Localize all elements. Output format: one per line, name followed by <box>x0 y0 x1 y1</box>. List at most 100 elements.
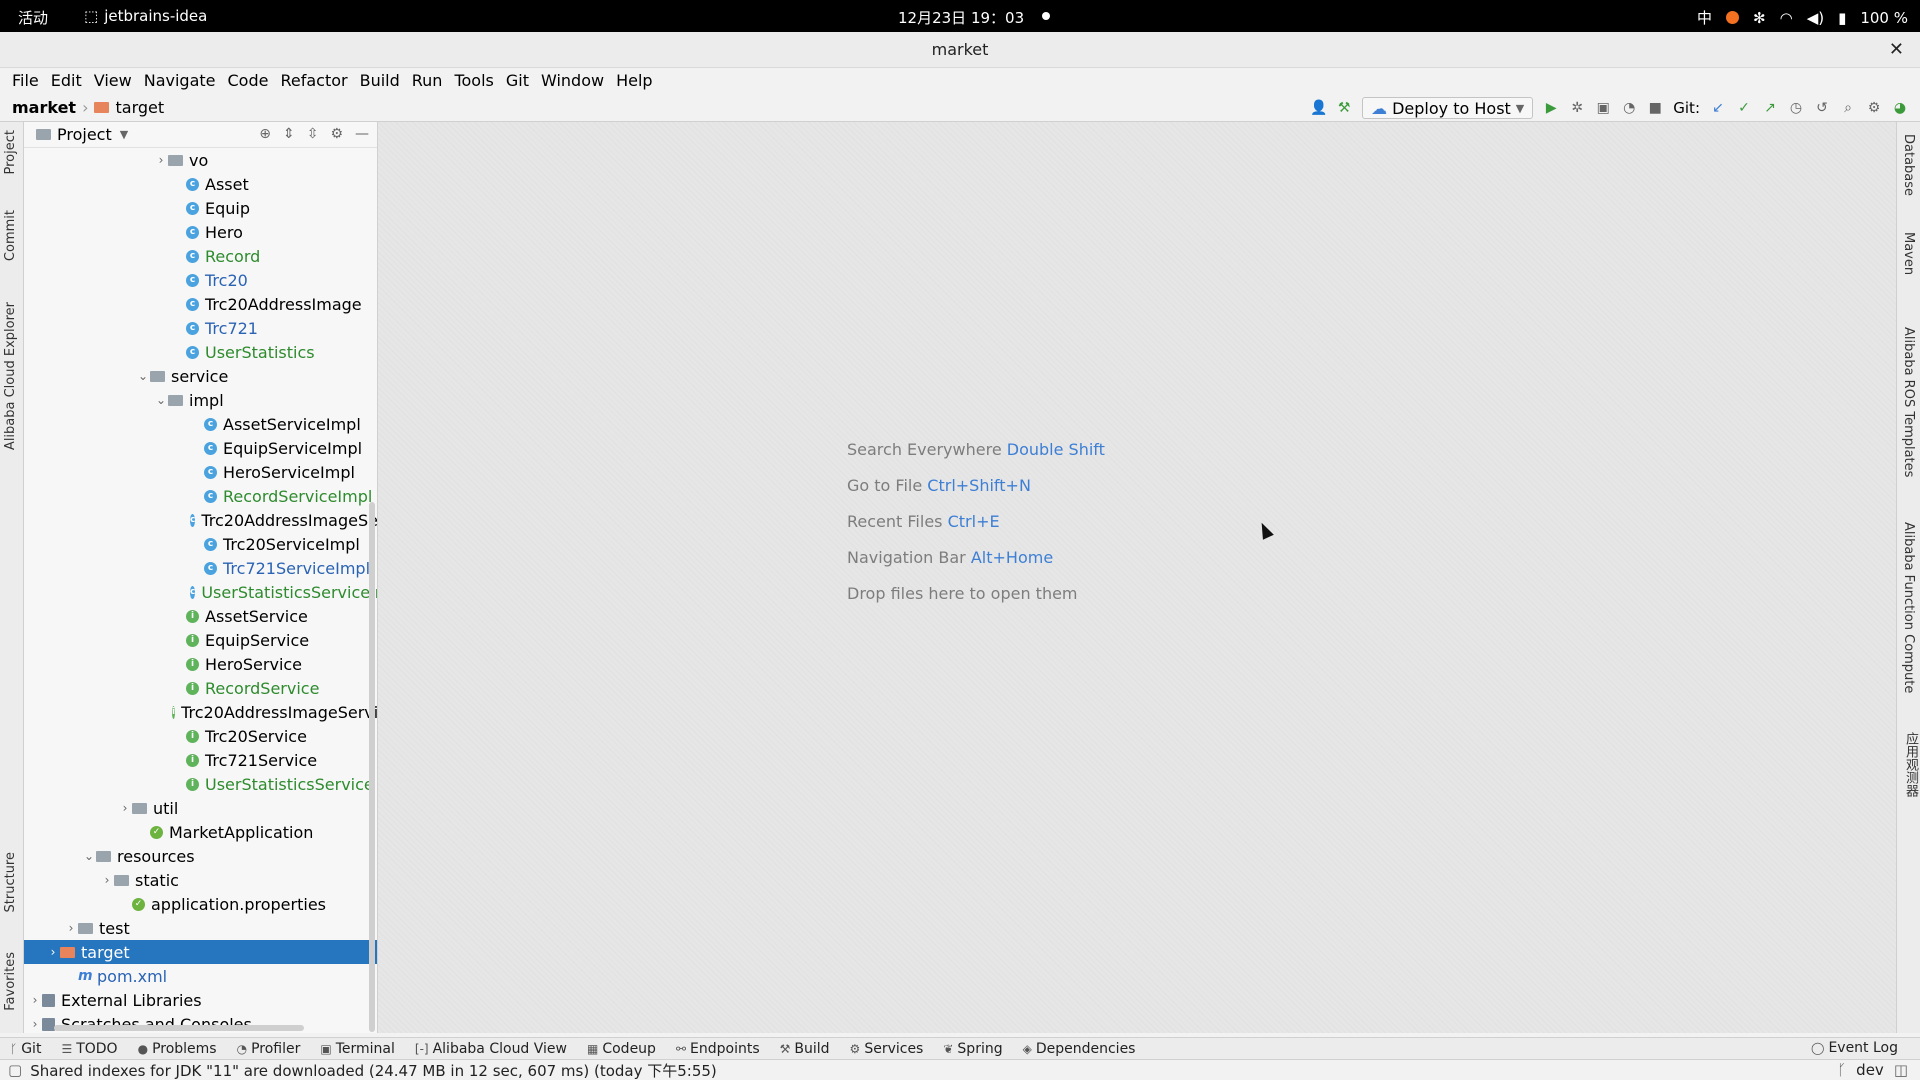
ubuntu-update-icon[interactable] <box>1726 11 1740 24</box>
tab-maven[interactable]: Maven <box>1901 232 1916 275</box>
menu-git[interactable]: Git <box>500 68 535 94</box>
tree-item[interactable]: ⌄ impl <box>24 388 377 412</box>
coverage-icon[interactable]: ▣ <box>1595 100 1611 116</box>
tree-item[interactable]: i Trc721Service <box>24 748 377 772</box>
tree-item[interactable]: i Trc20AddressImageServic <box>24 700 377 724</box>
tab-git[interactable]: ᚴ Git <box>0 1041 51 1057</box>
menu-edit[interactable]: Edit <box>45 68 88 94</box>
breadcrumb-project[interactable]: market <box>12 98 76 117</box>
tree-item[interactable]: c EquipServiceImpl <box>24 436 377 460</box>
tree-item[interactable]: ⌄ service <box>24 364 377 388</box>
git-history-icon[interactable]: ◷ <box>1788 100 1804 116</box>
tree-item[interactable]: c UserStatistics <box>24 340 377 364</box>
menu-view[interactable]: View <box>88 68 138 94</box>
tree-item[interactable]: › test <box>24 916 377 940</box>
tree-item[interactable]: i HeroService <box>24 652 377 676</box>
tab-commit[interactable]: Commit <box>3 210 18 261</box>
search-icon[interactable]: ⌕ <box>1840 100 1856 116</box>
tab-alibaba-function-compute[interactable]: Alibaba Function Compute <box>1901 522 1916 693</box>
tree-item[interactable]: c Hero <box>24 220 377 244</box>
deploy-to-host-dropdown[interactable]: ☁ Deploy to Host ▼ <box>1362 97 1534 119</box>
volume-icon[interactable]: ◀) <box>1807 9 1824 27</box>
project-view-title[interactable]: Project <box>57 125 112 144</box>
tree-item[interactable]: c Trc20 <box>24 268 377 292</box>
menu-build[interactable]: Build <box>354 68 406 94</box>
tab-problems[interactable]: ● Problems <box>128 1041 227 1057</box>
tab-event-log[interactable]: ◯ Event Log <box>1801 1040 1908 1056</box>
tab-todo[interactable]: ☰ TODO <box>51 1041 127 1057</box>
tab-services[interactable]: ⚙ Services <box>840 1041 934 1057</box>
debug-icon[interactable]: ✲ <box>1569 100 1585 116</box>
system-tray[interactable]: 中 ✻ ◠ ◀) ▮ 100 % <box>1697 7 1908 28</box>
stop-icon[interactable]: ■ <box>1647 100 1663 116</box>
profile-icon[interactable]: ◔ <box>1621 100 1637 116</box>
tree-item[interactable]: ✓ application.properties <box>24 892 377 916</box>
tab-terminal[interactable]: ▣ Terminal <box>310 1041 405 1057</box>
chevron-right-icon[interactable]: › <box>118 801 132 815</box>
tab-codeup[interactable]: ▦ Codeup <box>577 1041 666 1057</box>
notifications-icon[interactable]: ◫ <box>1894 1061 1908 1079</box>
tab-dependencies[interactable]: ◈ Dependencies <box>1013 1041 1146 1057</box>
tab-structure[interactable]: Structure <box>3 852 18 912</box>
chevron-down-icon[interactable]: ⌄ <box>136 369 150 383</box>
chevron-right-icon[interactable]: › <box>46 945 60 959</box>
menu-tools[interactable]: Tools <box>448 68 499 94</box>
chevron-right-icon[interactable]: › <box>100 873 114 887</box>
tab-app-observer[interactable]: 应用观测器 <box>1901 732 1920 797</box>
menu-window[interactable]: Window <box>535 68 610 94</box>
chevron-right-icon[interactable]: › <box>28 1017 42 1031</box>
menu-refactor[interactable]: Refactor <box>274 68 353 94</box>
tree-item[interactable]: i UserStatisticsService <box>24 772 377 796</box>
tree-item[interactable]: c RecordServiceImpl <box>24 484 377 508</box>
tab-build[interactable]: ⚒ Build <box>770 1041 840 1057</box>
gear-icon[interactable]: ⚙ <box>330 126 343 142</box>
git-branch-widget[interactable]: dev <box>1856 1061 1884 1079</box>
clock[interactable]: 12月23日 19：03 <box>898 7 1024 28</box>
status-toggle-icon[interactable]: ▢ <box>8 1061 22 1079</box>
build-hammer-icon[interactable]: ⚒ <box>1336 100 1352 116</box>
chevron-right-icon[interactable]: › <box>154 153 168 167</box>
collapse-all-icon[interactable]: ⇳ <box>307 126 319 142</box>
tab-alibaba-ros-templates[interactable]: Alibaba ROS Templates <box>1901 327 1916 477</box>
tree-item[interactable]: i RecordService <box>24 676 377 700</box>
expand-all-icon[interactable]: ⇕ <box>283 126 295 142</box>
minimize-icon[interactable]: — <box>355 126 369 142</box>
editor-empty-area[interactable]: Search Everywhere Double Shift Go to Fil… <box>378 122 1896 1033</box>
tree-item[interactable]: ⌄ resources <box>24 844 377 868</box>
run-icon[interactable]: ▶ <box>1543 100 1559 116</box>
tree-item[interactable]: c AssetServiceImpl <box>24 412 377 436</box>
tree-item[interactable]: c UserStatisticsServiceIm <box>24 580 377 604</box>
chevron-right-icon[interactable]: › <box>64 921 78 935</box>
tree-item[interactable]: › static <box>24 868 377 892</box>
tree-item[interactable]: i EquipService <box>24 628 377 652</box>
tree-item[interactable]: m pom.xml <box>24 964 377 988</box>
chevron-right-icon[interactable]: › <box>28 993 42 1007</box>
tab-spring[interactable]: ❦ Spring <box>933 1041 1012 1057</box>
tree-item[interactable]: › vo <box>24 148 377 172</box>
tree-item[interactable]: › util <box>24 796 377 820</box>
tab-profiler[interactable]: ◔ Profiler <box>227 1041 311 1057</box>
tree-item[interactable]: › External Libraries <box>24 988 377 1012</box>
settings-icon[interactable]: ⚙ <box>1866 100 1882 116</box>
vertical-scrollbar[interactable] <box>369 502 375 1032</box>
tree-item[interactable]: i Trc20Service <box>24 724 377 748</box>
tree-item[interactable]: c Trc20AddressImageServ <box>24 508 377 532</box>
activities-button[interactable]: 活动 <box>18 7 48 28</box>
input-method-indicator[interactable]: 中 <box>1697 7 1712 28</box>
close-window-icon[interactable]: ✕ <box>1889 32 1904 68</box>
horizontal-scrollbar[interactable] <box>54 1025 304 1031</box>
breadcrumb-target[interactable]: target <box>115 98 164 117</box>
git-commit-icon[interactable]: ✓ <box>1736 100 1752 116</box>
tab-endpoints[interactable]: ⚯ Endpoints <box>666 1041 770 1057</box>
tree-item[interactable]: c Trc20AddressImage <box>24 292 377 316</box>
tree-item[interactable]: c Asset <box>24 172 377 196</box>
menu-navigate[interactable]: Navigate <box>138 68 222 94</box>
menu-code[interactable]: Code <box>222 68 275 94</box>
tree-item[interactable]: c Record <box>24 244 377 268</box>
status-message[interactable]: Shared indexes for JDK "11" are download… <box>30 1060 717 1080</box>
user-icon[interactable]: 👤 <box>1310 100 1327 116</box>
git-push-icon[interactable]: ↗ <box>1762 100 1778 116</box>
plugin-icon[interactable]: ◕ <box>1892 100 1908 116</box>
chevron-down-icon[interactable]: ⌄ <box>154 393 168 407</box>
tree-item[interactable]: › target <box>24 940 377 964</box>
